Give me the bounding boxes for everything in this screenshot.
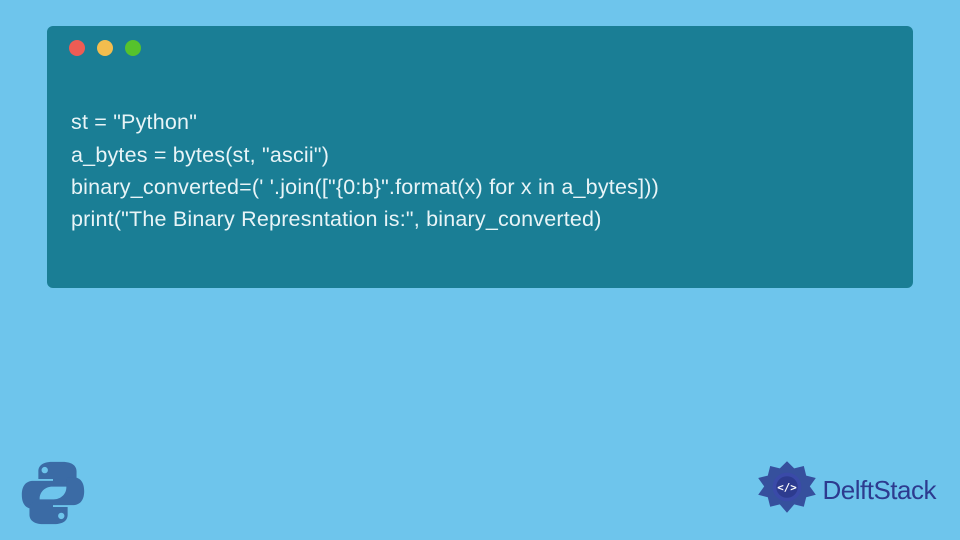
maximize-icon	[125, 40, 141, 56]
window-controls	[65, 40, 895, 56]
brand-name: DelftStack	[823, 475, 937, 506]
python-logo-icon	[18, 458, 88, 528]
code-line: a_bytes = bytes(st, "ascii")	[71, 143, 329, 167]
code-block: st = "Python" a_bytes = bytes(st, "ascii…	[65, 74, 895, 268]
minimize-icon	[97, 40, 113, 56]
close-icon	[69, 40, 85, 56]
delftstack-logo-icon: </>	[757, 460, 817, 520]
code-window: st = "Python" a_bytes = bytes(st, "ascii…	[47, 26, 913, 288]
delftstack-brand: </> DelftStack	[757, 460, 937, 520]
svg-text:</>: </>	[777, 481, 797, 494]
code-line: print("The Binary Represntation is:", bi…	[71, 207, 602, 231]
code-line: binary_converted=(' '.join(["{0:b}".form…	[71, 175, 659, 199]
code-line: st = "Python"	[71, 110, 197, 134]
